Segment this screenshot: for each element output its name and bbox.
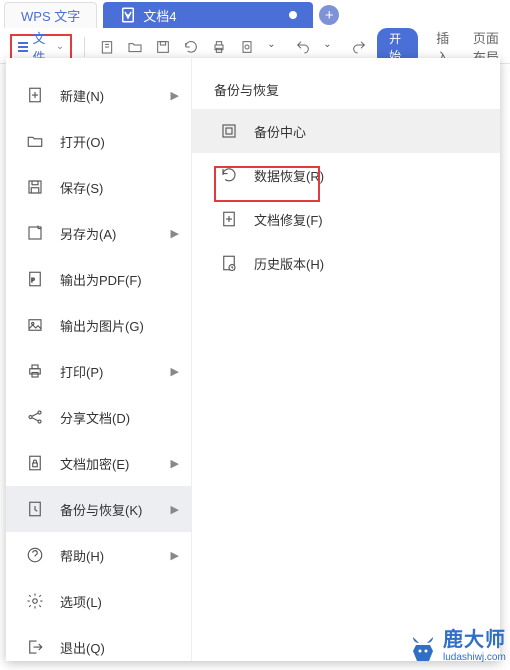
menu-label: 打印(P): [60, 362, 103, 381]
menu-label: 打开(O): [60, 132, 105, 151]
menu-label: 选项(L): [60, 592, 102, 611]
menu-encrypt[interactable]: 文档加密(E) ▶: [6, 440, 191, 486]
chevron-down-icon[interactable]: ⌄: [267, 39, 283, 55]
gear-icon: [26, 592, 44, 610]
hamburger-icon: [18, 42, 28, 52]
menu-open[interactable]: 打开(O): [6, 118, 191, 164]
doc-icon: [119, 6, 137, 24]
right-panel-title: 备份与恢复: [192, 72, 500, 109]
tab-app[interactable]: WPS 文字: [4, 2, 97, 28]
separator: [84, 37, 85, 57]
repair-icon: [220, 210, 238, 228]
chevron-right-icon: ▶: [171, 365, 179, 378]
menu-label: 分享文档(D): [60, 408, 130, 427]
share-icon: [26, 408, 44, 426]
history-icon: [220, 254, 238, 272]
menu-label: 备份与恢复(K): [60, 500, 142, 519]
doc-repair[interactable]: 文档修复(F): [192, 197, 500, 241]
new-tab-button[interactable]: +: [319, 5, 339, 25]
chevron-down-icon: ⌄: [56, 41, 64, 52]
menu-help[interactable]: 帮助(H) ▶: [6, 532, 191, 578]
document-tabs: WPS 文字 文档4 +: [0, 0, 510, 30]
menu-label: 文档加密(E): [60, 454, 129, 473]
svg-text:P: P: [31, 278, 35, 284]
file-dropdown: 新建(N) ▶ 打开(O) 保存(S) 另存为(A) ▶ P 输出为PDF(F)…: [6, 58, 500, 661]
save-as-icon: [26, 224, 44, 242]
menu-label: 退出(Q): [60, 638, 105, 657]
menu-options[interactable]: 选项(L): [6, 578, 191, 624]
file-menu-left: 新建(N) ▶ 打开(O) 保存(S) 另存为(A) ▶ P 输出为PDF(F)…: [6, 58, 192, 661]
help-icon: [26, 546, 44, 564]
open-icon[interactable]: [127, 39, 143, 55]
new-doc-icon: [26, 86, 44, 104]
preview-icon[interactable]: [239, 39, 255, 55]
printer-icon: [26, 362, 44, 380]
recovery-icon: [220, 166, 238, 184]
print-icon[interactable]: [211, 39, 227, 55]
deer-icon: [407, 635, 439, 663]
item-label: 备份中心: [254, 122, 306, 141]
menu-new[interactable]: 新建(N) ▶: [6, 72, 191, 118]
image-icon: [26, 316, 44, 334]
backup-icon: [26, 500, 44, 518]
watermark-url: ludashiwj.com: [443, 652, 506, 663]
backup-center-icon: [220, 122, 238, 140]
menu-label: 输出为PDF(F): [60, 270, 142, 289]
item-label: 文档修复(F): [254, 210, 323, 229]
quick-access: ⌄ ⌄: [93, 39, 367, 55]
exit-icon: [26, 638, 44, 656]
menu-label: 输出为图片(G): [60, 316, 144, 335]
backup-center[interactable]: 备份中心: [192, 109, 500, 153]
pdf-icon: P: [26, 270, 44, 288]
menu-label: 帮助(H): [60, 546, 104, 565]
menu-label: 新建(N): [60, 86, 104, 105]
menu-backup-restore[interactable]: 备份与恢复(K) ▶: [6, 486, 191, 532]
menu-label: 另存为(A): [60, 224, 116, 243]
refresh-icon[interactable]: [183, 39, 199, 55]
watermark-name: 鹿大师: [443, 623, 506, 652]
chevron-right-icon: ▶: [171, 549, 179, 562]
file-menu-button[interactable]: 文件 ⌄: [10, 34, 72, 60]
chevron-right-icon: ▶: [171, 227, 179, 240]
chevron-right-icon: ▶: [171, 503, 179, 516]
file-menu-right: 备份与恢复 备份中心 数据恢复(R) 文档修复(F) 历史版本(H): [192, 58, 500, 661]
menu-export-pdf[interactable]: P 输出为PDF(F): [6, 256, 191, 302]
menu-label: 保存(S): [60, 178, 103, 197]
redo-icon[interactable]: [351, 39, 367, 55]
chevron-down-icon[interactable]: ⌄: [323, 39, 339, 55]
menu-export-image[interactable]: 输出为图片(G): [6, 302, 191, 348]
menu-share[interactable]: 分享文档(D): [6, 394, 191, 440]
watermark: 鹿大师 ludashiwj.com: [407, 623, 506, 663]
item-label: 历史版本(H): [254, 254, 324, 273]
menu-save-as[interactable]: 另存为(A) ▶: [6, 210, 191, 256]
unsaved-dot-icon: [289, 11, 297, 19]
tab-app-label: WPS 文字: [21, 6, 80, 25]
menu-save[interactable]: 保存(S): [6, 164, 191, 210]
undo-icon[interactable]: [295, 39, 311, 55]
tab-document[interactable]: 文档4: [103, 2, 313, 28]
history-version[interactable]: 历史版本(H): [192, 241, 500, 285]
tab-document-label: 文档4: [143, 6, 176, 25]
save-icon[interactable]: [155, 39, 171, 55]
data-recovery[interactable]: 数据恢复(R): [192, 153, 500, 197]
item-label: 数据恢复(R): [254, 166, 324, 185]
new-icon[interactable]: [99, 39, 115, 55]
menu-print[interactable]: 打印(P) ▶: [6, 348, 191, 394]
save-icon: [26, 178, 44, 196]
chevron-right-icon: ▶: [171, 457, 179, 470]
folder-icon: [26, 132, 44, 150]
chevron-right-icon: ▶: [171, 89, 179, 102]
lock-doc-icon: [26, 454, 44, 472]
menu-exit[interactable]: 退出(Q): [6, 624, 191, 670]
